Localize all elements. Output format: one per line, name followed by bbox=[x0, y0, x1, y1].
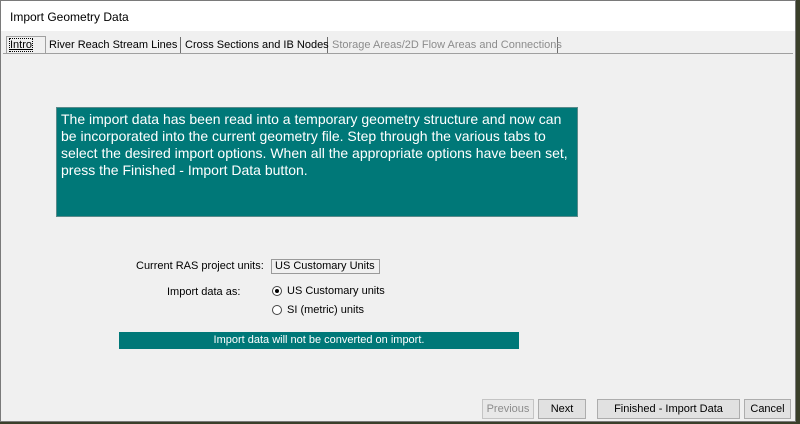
cancel-button[interactable]: Cancel bbox=[744, 399, 791, 419]
import-geometry-window: Import Geometry Data Intro River Reach S… bbox=[0, 0, 796, 422]
intro-text: The import data has been read into a tem… bbox=[56, 107, 578, 217]
previous-button[interactable]: Previous bbox=[482, 399, 534, 419]
tab-intro[interactable]: Intro bbox=[6, 36, 46, 54]
radio-us-customary-label[interactable]: US Customary units bbox=[287, 285, 385, 297]
current-units-label: Current RAS project units: bbox=[136, 260, 264, 272]
next-button[interactable]: Next bbox=[538, 399, 586, 419]
tab-storage-areas: Storage Areas/2D Flow Areas and Connecti… bbox=[329, 37, 562, 53]
window-title: Import Geometry Data bbox=[10, 10, 129, 24]
tab-cross-sections-ib-nodes[interactable]: Cross Sections and IB Nodes bbox=[182, 37, 329, 53]
finished-import-button[interactable]: Finished - Import Data bbox=[597, 399, 740, 419]
title-bar: Import Geometry Data bbox=[1, 1, 795, 31]
current-units-field: US Customary Units bbox=[271, 259, 380, 274]
conversion-notice: Import data will not be converted on imp… bbox=[119, 332, 519, 349]
tab-river-reach-stream-lines[interactable]: River Reach Stream Lines bbox=[46, 37, 181, 53]
import-as-label: Import data as: bbox=[167, 286, 241, 298]
radio-si-metric-button[interactable] bbox=[272, 305, 282, 315]
radio-us-customary-button[interactable] bbox=[272, 286, 282, 296]
radio-si-metric-label[interactable]: SI (metric) units bbox=[287, 304, 364, 316]
